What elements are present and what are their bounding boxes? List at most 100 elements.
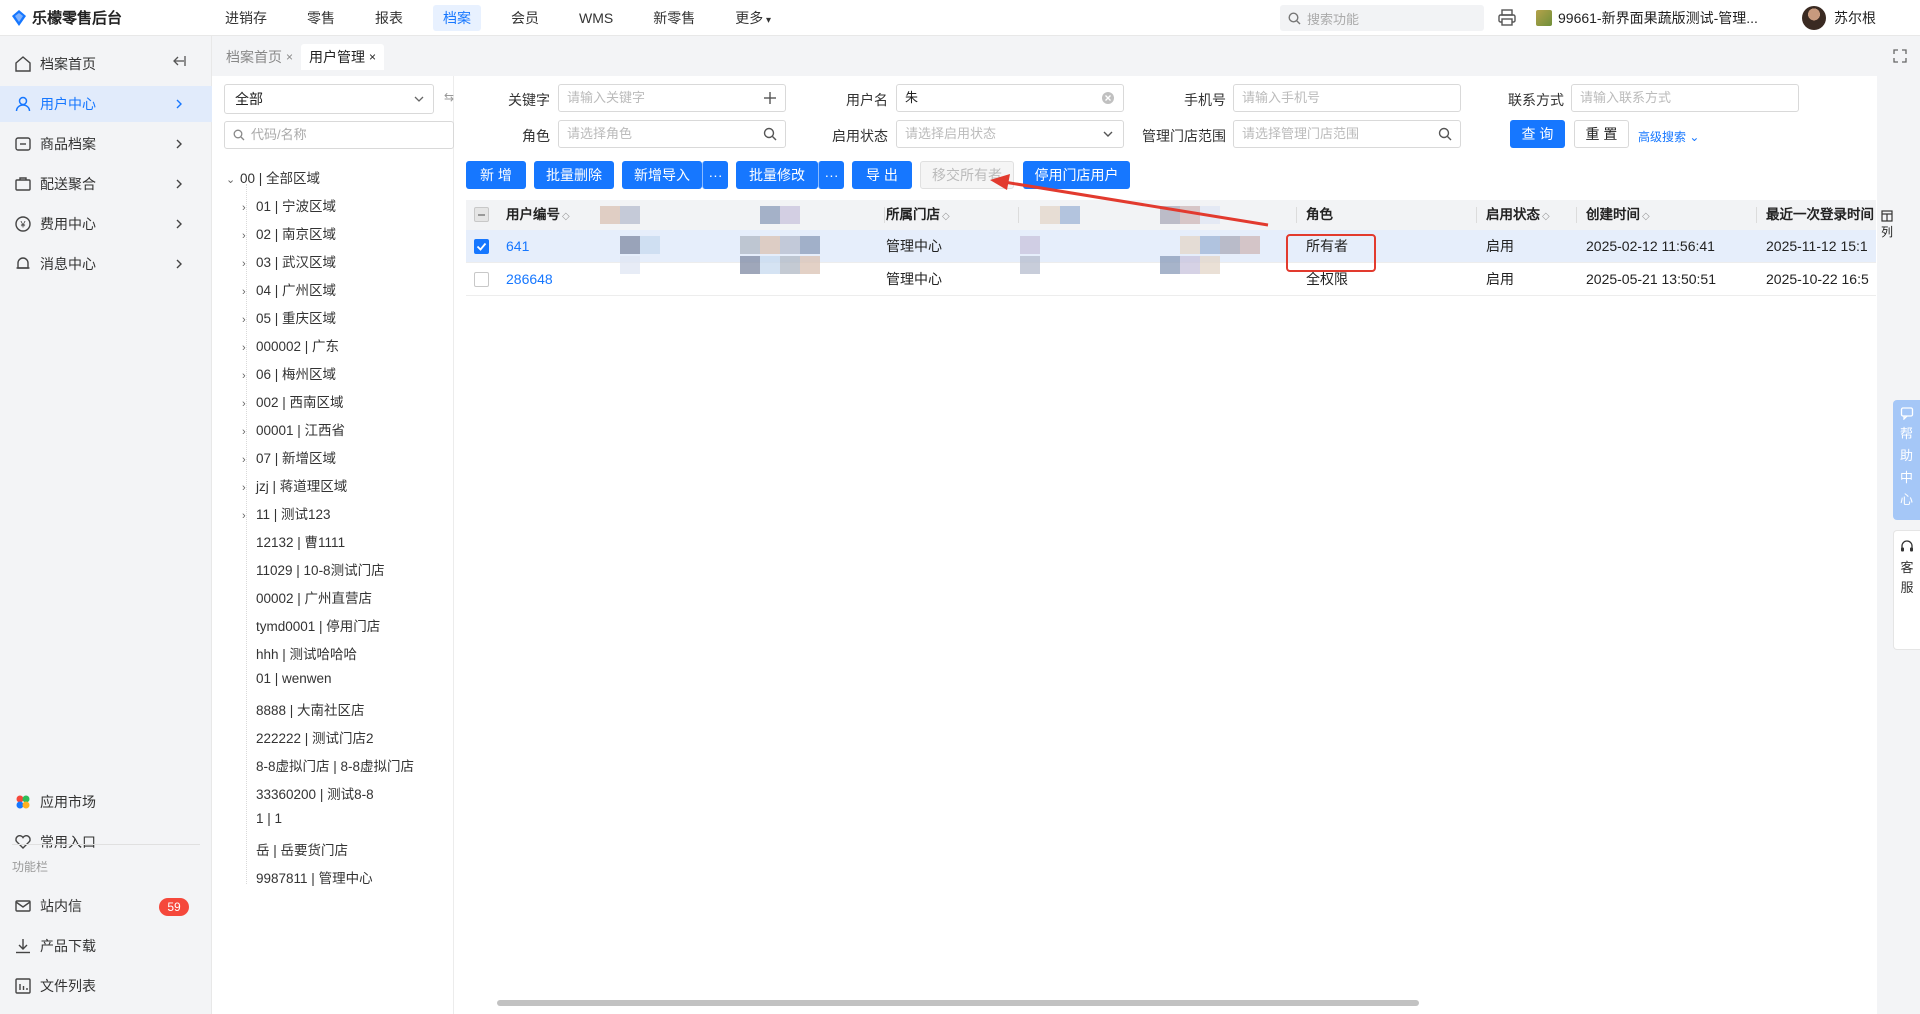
tree-node[interactable]: › 05 | 重庆区域 [242,307,336,327]
sidebar-item[interactable]: 文件列表 [0,968,212,1004]
tree-node[interactable]: › 02 | 南京区域 [242,223,336,243]
tree-node[interactable]: › 03 | 武汉区域 [242,251,336,271]
sidebar-item[interactable]: 常用入口 [0,824,212,860]
tree-node[interactable]: › 00001 | 江西省 [242,419,345,439]
plus-icon[interactable] [763,91,777,105]
tree-node[interactable]: 8888 | 大南社区店 [242,699,365,719]
reset-button[interactable]: 重 置 [1574,120,1629,148]
top-nav-item[interactable]: 零售 [287,0,355,36]
advanced-search-link[interactable]: 高级搜索 ⌄ [1638,128,1699,145]
batch-delete-button[interactable]: 批量删除 [534,161,614,189]
top-nav-item[interactable]: 会员 [491,0,559,36]
collapse-sidebar-icon[interactable] [172,54,186,68]
sidebar-item[interactable]: 产品下载 [0,928,212,964]
tree-node[interactable]: 01 | wenwen [242,671,332,686]
chevron-right-icon[interactable]: › [242,482,256,494]
col-header-created[interactable]: 创建时间 ◇ [1586,200,1650,230]
tree-node[interactable]: › 11 | 测试123 [242,503,331,523]
clear-icon[interactable] [1101,91,1115,105]
chevron-right-icon[interactable]: › [242,202,256,214]
tree-node[interactable]: hhh | 测试哈哈哈 [242,643,357,663]
user-id-link[interactable]: 286648 [506,263,553,296]
horizontal-scrollbar[interactable] [497,1000,1419,1006]
tree-node[interactable]: 11029 | 10-8测试门店 [242,559,385,579]
tree-node[interactable]: › 002 | 西南区域 [242,391,344,411]
top-nav-item[interactable]: 更多 ▾ [715,0,791,36]
top-nav-item[interactable]: 新零售 [633,0,715,36]
phone-input[interactable]: 请输入手机号 [1233,84,1461,112]
sidebar-item[interactable]: 消息中心 [0,246,212,282]
row-checkbox[interactable] [474,239,489,254]
user-id-link[interactable]: 641 [506,230,529,263]
chevron-right-icon[interactable]: › [242,258,256,270]
chevron-right-icon[interactable]: › [242,286,256,298]
tab-archive-home[interactable]: 档案首页 × [218,44,302,70]
tree-search-input[interactable]: 代码/名称 [224,121,454,149]
tree-node[interactable]: 岳 | 岳要货门店 [242,839,348,859]
chevron-right-icon[interactable]: › [242,370,256,382]
user-menu[interactable]: 苏尔根 [1802,0,1876,36]
top-nav-item[interactable]: 档案 [433,4,481,31]
chevron-right-icon[interactable]: › [242,454,256,466]
tree-node[interactable]: 8-8虚拟门店 | 8-8虚拟门店 [242,755,414,775]
top-nav-item[interactable]: 进销存 [205,0,287,36]
customer-service-button[interactable]: 客 服 [1893,530,1920,650]
col-header-store[interactable]: 所属门店 ◇ [886,200,950,230]
tree-node[interactable]: 12132 | 曹1111 [242,531,345,551]
select-all-checkbox[interactable] [474,207,489,222]
tree-node[interactable]: tymd0001 | 停用门店 [242,615,380,635]
export-button[interactable]: 导 出 [852,161,912,189]
sidebar-item[interactable]: 用户中心 [0,86,212,122]
row-checkbox[interactable] [474,272,489,287]
column-setting-button[interactable]: 列 [1880,210,1894,239]
chevron-right-icon[interactable]: › [242,314,256,326]
tree-scope-select[interactable]: 全部 [224,84,434,114]
tree-node[interactable]: 33360200 | 测试8-8 [242,783,374,803]
tree-node[interactable]: › 07 | 新增区域 [242,447,336,467]
tree-node[interactable]: › 01 | 宁波区域 [242,195,336,215]
chevron-right-icon[interactable]: › [242,426,256,438]
col-header-last-login[interactable]: 最近一次登录时间 [1766,200,1876,230]
username-input[interactable]: 朱 [896,84,1124,112]
help-center-button[interactable]: 帮 助 中 心 [1893,400,1920,520]
tree-node[interactable]: 222222 | 测试门店2 [242,727,374,747]
store-selector[interactable]: 99661-新界面果蔬版测试-管理... [1536,0,1758,36]
tree-node[interactable]: 00002 | 广州直营店 [242,587,372,607]
printer-icon[interactable] [1497,8,1517,28]
tree-root-node[interactable]: ⌄ 00 | 全部区域 [226,167,320,187]
tree-node[interactable]: › 04 | 广州区域 [242,279,336,299]
sidebar-item[interactable]: 应用市场 [0,784,212,820]
tree-node[interactable]: 1 | 1 [242,811,282,826]
close-icon[interactable]: × [286,50,293,64]
role-select[interactable]: 请选择角色 [558,120,786,148]
chevron-right-icon[interactable]: › [242,230,256,242]
sidebar-item[interactable]: 配送聚合 [0,166,212,202]
store-range-select[interactable]: 请选择管理门店范围 [1233,120,1461,148]
col-header-status[interactable]: 启用状态 ◇ [1486,200,1550,230]
contact-input[interactable]: 请输入联系方式 [1571,84,1799,112]
chevron-right-icon[interactable]: › [242,342,256,354]
query-button[interactable]: 查 询 [1510,120,1565,148]
app-logo[interactable]: 乐檬零售后台 [0,7,205,28]
top-nav-item[interactable]: 报表 [355,0,423,36]
add-import-button[interactable]: 新增导入 [622,161,702,189]
chevron-down-icon[interactable]: ⌄ [226,173,240,186]
col-header-user-id[interactable]: 用户编号 ◇ [506,200,570,230]
import-more-button[interactable]: ··· [702,161,728,189]
sidebar-item[interactable]: ¥ 费用中心 [0,206,212,242]
function-search-input[interactable]: 搜索功能 [1280,5,1484,31]
sidebar-item[interactable]: 商品档案 [0,126,212,162]
tab-user-management[interactable]: 用户管理 × [301,44,385,70]
top-nav-item[interactable]: WMS [559,0,633,36]
batch-edit-button[interactable]: 批量修改 [736,161,818,189]
tree-node[interactable]: › 06 | 梅州区域 [242,363,336,383]
tree-node[interactable]: › jzj | 蒋道理区域 [242,475,347,495]
tree-collapse-icon[interactable]: ⇆ [444,90,454,104]
chevron-right-icon[interactable]: › [242,510,256,522]
tree-node[interactable]: 9987811 | 管理中心 [242,867,373,887]
edit-more-button[interactable]: ··· [818,161,844,189]
add-button[interactable]: 新 增 [466,161,526,189]
chevron-right-icon[interactable]: › [242,398,256,410]
close-icon[interactable]: × [369,50,376,64]
fullscreen-icon[interactable] [1892,48,1908,64]
